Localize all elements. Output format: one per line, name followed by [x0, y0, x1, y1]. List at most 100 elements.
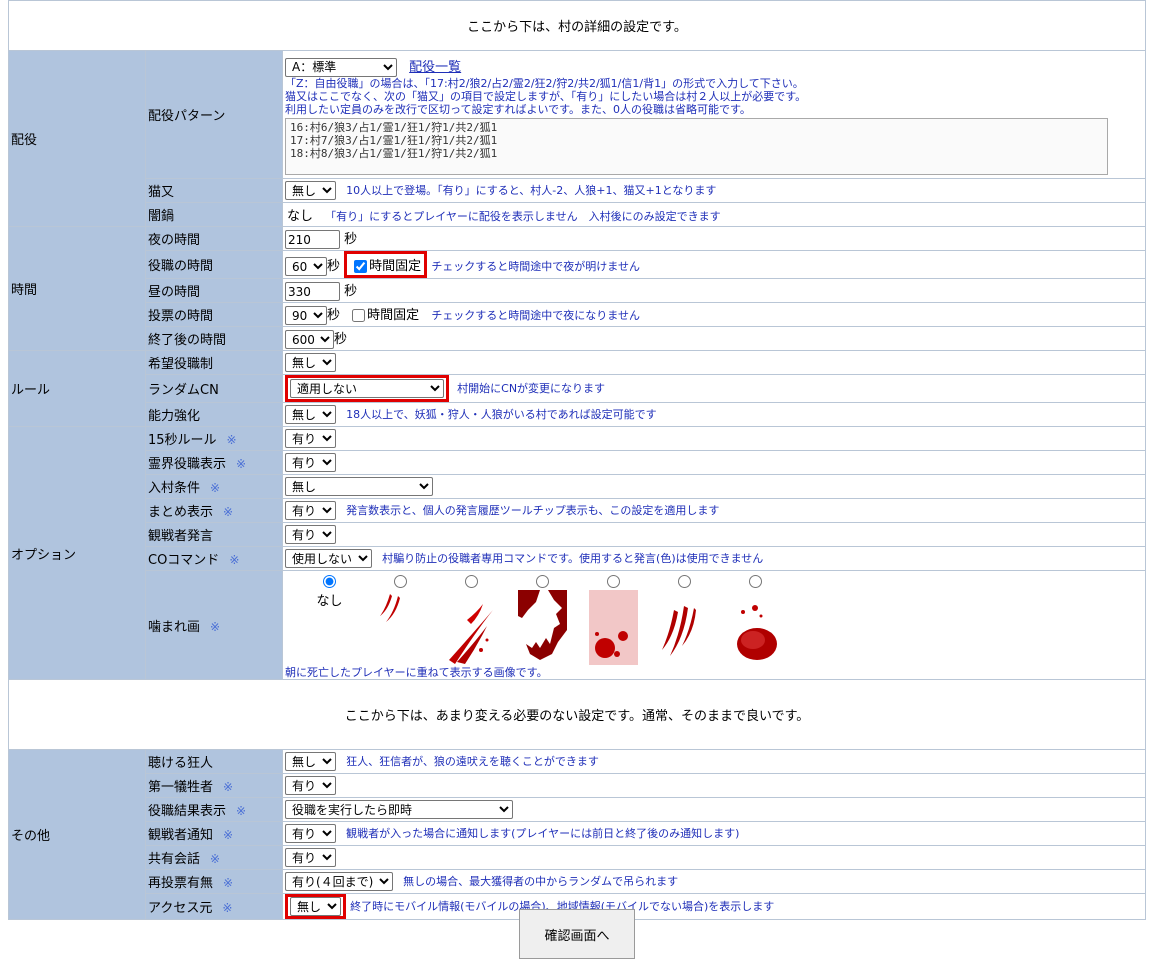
section-other: その他 — [8, 749, 146, 920]
kamare-radio-2[interactable] — [465, 575, 478, 588]
section-option: オプション — [8, 426, 146, 680]
nouryoku-select[interactable]: 無し — [285, 405, 336, 424]
access-asterisk[interactable]: ※ — [222, 901, 232, 915]
kamare-option-2 — [447, 575, 496, 665]
dai1-asterisk[interactable]: ※ — [223, 780, 233, 794]
rule15-label: 15秒ルール — [148, 433, 217, 448]
claw-scratch-small-image[interactable] — [376, 590, 425, 665]
random-cn-label: ランダムCN — [145, 374, 283, 403]
dai1-select[interactable]: 有り — [285, 776, 336, 795]
confirm-button[interactable]: 確認画面へ — [519, 909, 635, 959]
kamare-option-none: なし — [305, 575, 354, 665]
role-time-fixed-highlight: 時間固定 — [344, 251, 428, 278]
random-cn-highlight: 適用しない — [285, 375, 449, 402]
role-time-label: 役職の時間 — [145, 250, 283, 279]
kamare-label: 噛まれ画 — [148, 619, 201, 635]
pattern-label: 配役パターン — [145, 50, 283, 179]
section-jikan: 時間 — [8, 226, 146, 351]
night-time-label: 夜の時間 — [145, 226, 283, 251]
day-time-unit: 秒 — [344, 284, 358, 299]
kekka-select[interactable]: 役職を実行したら即時 — [285, 800, 513, 819]
kekka-label: 役職結果表示 — [148, 804, 227, 819]
matome-note: 発言数表示と、個人の発言履歴ツールチップ表示も、この設定を適用します — [346, 504, 720, 517]
pattern-textarea[interactable]: 16:村6/狼3/占1/霊1/狂1/狩1/共2/狐1 17:村7/狼3/占1/霊… — [285, 117, 1108, 175]
bite-mark-image[interactable] — [518, 590, 567, 665]
kansen-select[interactable]: 有り — [285, 525, 336, 544]
random-cn-select[interactable]: 適用しない — [290, 379, 444, 398]
nouryoku-note: 18人以上で、妖狐・狩人・人狼がいる村であれば設定可能です — [346, 408, 657, 421]
vote-time-fixed-label: 時間固定 — [367, 308, 420, 323]
nekomata-note: 10人以上で登場。「有り」にすると、村人-2、人狼+1、猫又+1となります — [346, 184, 717, 197]
reikai-label: 霊界役職表示 — [148, 457, 227, 472]
vote-time-note: チェックすると時間途中で夜になりません — [431, 309, 640, 322]
kamare-radio-1[interactable] — [394, 575, 407, 588]
end-time-select[interactable]: 600 — [285, 330, 334, 349]
vote-time-fixed-checkbox[interactable] — [352, 309, 366, 322]
top-message: ここから下は、村の詳細の設定です。 — [8, 0, 1146, 51]
kamare-radio-none[interactable] — [323, 575, 336, 588]
night-time-input[interactable] — [285, 230, 340, 249]
rule15-asterisk[interactable]: ※ — [227, 433, 237, 447]
pattern-select[interactable]: A：標準 — [285, 57, 397, 77]
tsuuchi-asterisk[interactable]: ※ — [223, 828, 233, 842]
pattern-help-3: 利用したい定員のみを改行で区切って設定すればよいです。また、0人の役職は省略可能… — [285, 102, 751, 116]
kyouyuu-label: 共有会話 — [148, 852, 201, 867]
nyuuson-asterisk[interactable]: ※ — [210, 481, 220, 495]
kamare-asterisk[interactable]: ※ — [210, 620, 220, 634]
kibou-select[interactable]: 無し — [285, 353, 336, 372]
day-time-label: 昼の時間 — [145, 278, 283, 303]
role-time-fixed-checkbox[interactable] — [354, 260, 368, 273]
dai1-label: 第一犠牲者 — [148, 780, 214, 795]
co-command-asterisk[interactable]: ※ — [229, 553, 239, 567]
random-cn-note: 村開始にCNが変更になります — [457, 382, 606, 395]
section-rule: ルール — [8, 350, 146, 427]
kamare-radio-5[interactable] — [678, 575, 691, 588]
tsuuchi-select[interactable]: 有り — [285, 824, 336, 843]
kyouyuu-asterisk[interactable]: ※ — [210, 852, 220, 866]
vote-time-select[interactable]: 90 — [285, 306, 327, 325]
blood-slash-image[interactable] — [447, 590, 496, 665]
reikai-select[interactable]: 有り — [285, 453, 336, 472]
tsuuchi-label: 観戦者通知 — [148, 828, 214, 843]
tsuuchi-note: 観戦者が入った場合に通知します(プレイヤーには前日と終了後のみ通知します) — [346, 827, 740, 840]
kamare-option-5 — [660, 575, 709, 665]
night-time-unit: 秒 — [344, 232, 358, 247]
kamare-radio-6[interactable] — [749, 575, 762, 588]
kyouyuu-select[interactable]: 有り — [285, 848, 336, 867]
blood-splatter-pink-image[interactable] — [589, 590, 638, 665]
access-select[interactable]: 無し — [290, 897, 341, 916]
day-time-input[interactable] — [285, 282, 340, 301]
kamare-none-label: なし — [316, 594, 343, 609]
matome-select[interactable]: 有り — [285, 501, 336, 520]
role-time-select[interactable]: 60 — [285, 257, 327, 276]
kekka-asterisk[interactable]: ※ — [236, 804, 246, 818]
claw-scratch-large-image[interactable] — [660, 590, 709, 665]
kamare-radio-3[interactable] — [536, 575, 549, 588]
kamare-radio-4[interactable] — [607, 575, 620, 588]
role-time-note: チェックすると時間途中で夜が明けません — [431, 260, 640, 273]
section-haiyaku: 配役 — [8, 50, 146, 227]
nouryoku-label: 能力強化 — [145, 402, 283, 427]
reikai-asterisk[interactable]: ※ — [236, 457, 246, 471]
kamare-option-3 — [518, 575, 567, 665]
nyuuson-label: 入村条件 — [148, 481, 201, 496]
pattern-help-1: 「Z：自由役職」の場合は、「17:村2/狼2/占2/霊2/狂2/狩2/共2/狐1… — [285, 76, 804, 90]
kamare-option-1 — [376, 575, 425, 665]
saitouhyou-asterisk[interactable]: ※ — [223, 876, 233, 890]
access-highlight: 無し — [285, 894, 346, 919]
blood-pool-image[interactable] — [731, 590, 780, 665]
kikeru-select[interactable]: 無し — [285, 752, 336, 771]
matome-asterisk[interactable]: ※ — [223, 505, 233, 519]
kibou-label: 希望役職制 — [145, 350, 283, 375]
pattern-list-link[interactable]: 配役一覧 — [409, 60, 461, 75]
co-command-select[interactable]: 使用しない — [285, 549, 372, 568]
access-label: アクセス元 — [148, 901, 213, 916]
nyuuson-select[interactable]: 無し — [285, 477, 433, 496]
kikeru-note: 狂人、狂信者が、狼の遠吠えを聴くことができます — [346, 755, 599, 768]
nekomata-select[interactable]: 無し — [285, 181, 336, 200]
vote-time-unit: 秒 — [327, 308, 341, 323]
matome-label: まとめ表示 — [148, 505, 214, 520]
saitouhyou-select[interactable]: 有り(４回まで) — [285, 872, 393, 891]
end-time-label: 終了後の時間 — [145, 326, 283, 351]
rule15-select[interactable]: 有り — [285, 429, 336, 448]
